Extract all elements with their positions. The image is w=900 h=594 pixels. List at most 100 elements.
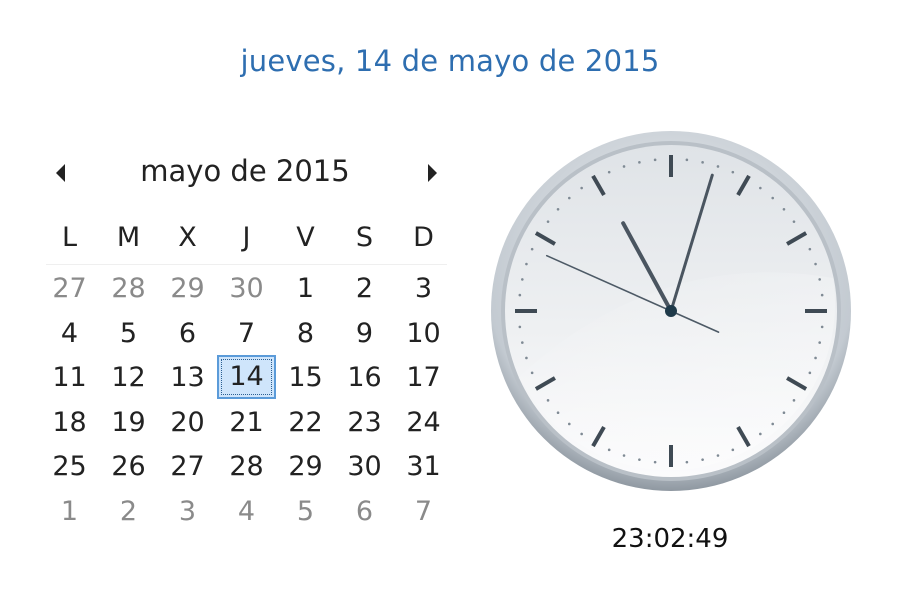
clock-center-pin xyxy=(665,305,677,317)
calendar-day-other-month[interactable]: 5 xyxy=(276,490,335,535)
calendar-day-other-month[interactable]: 4 xyxy=(217,490,276,535)
minute-tick xyxy=(820,293,824,297)
minute-tick xyxy=(716,165,720,168)
minute-tick xyxy=(759,432,762,436)
calendar-day-other-month[interactable]: 28 xyxy=(99,267,158,312)
minute-tick xyxy=(701,458,704,461)
calendar-day[interactable]: 18 xyxy=(40,401,99,446)
minute-tick xyxy=(792,399,796,402)
minute-tick xyxy=(518,325,522,329)
calendar-day[interactable]: 16 xyxy=(335,356,394,401)
calendar-day[interactable]: 19 xyxy=(99,401,158,446)
calendar-day[interactable]: 5 xyxy=(99,312,158,357)
calendar-day[interactable]: 24 xyxy=(394,401,453,446)
calendar-day[interactable]: 26 xyxy=(99,445,158,490)
minute-tick xyxy=(731,170,735,174)
calendar-day[interactable]: 7 xyxy=(217,312,276,357)
digital-time: 23:02:49 xyxy=(611,524,729,554)
minute-tick xyxy=(521,341,524,344)
minute-tick xyxy=(771,422,775,426)
calendar-day-other-month[interactable]: 27 xyxy=(40,267,99,312)
full-date-link[interactable]: jueves, 14 de mayo de 2015 xyxy=(0,44,900,78)
calendar-day[interactable]: 25 xyxy=(40,445,99,490)
calendar-day[interactable]: 21 xyxy=(217,401,276,446)
calendar-weeks: 27 28 29 30 1 2 3 4 5 6 7 8 9 10 11 12 13 14 15 16 17 18 19 20 2… xyxy=(40,267,453,534)
weekday-label: S xyxy=(355,222,374,253)
calendar-week-row: 25 26 27 28 29 30 31 xyxy=(40,445,453,490)
calendar-day[interactable]: 1 xyxy=(276,267,335,312)
weekday-label: J xyxy=(242,222,251,253)
minute-tick xyxy=(808,247,812,251)
calendar-day[interactable]: 11 xyxy=(40,356,99,401)
calendar-day[interactable]: 29 xyxy=(276,445,335,490)
calendar-day[interactable]: 8 xyxy=(276,312,335,357)
minute-tick xyxy=(814,356,817,360)
minute-tick xyxy=(546,399,550,402)
minute-tick xyxy=(771,196,775,200)
minute-tick xyxy=(782,207,786,211)
calendar-day-other-month[interactable]: 6 xyxy=(335,490,394,535)
minute-tick xyxy=(546,220,550,223)
calendar-day[interactable]: 15 xyxy=(276,356,335,401)
minute-tick xyxy=(638,458,641,461)
minute-tick xyxy=(580,432,583,436)
minute-tick xyxy=(653,460,657,464)
calendar-day[interactable]: 28 xyxy=(217,445,276,490)
calendar-week-row: 18 19 20 21 22 23 24 xyxy=(40,401,453,446)
calendar-day[interactable]: 31 xyxy=(394,445,453,490)
calendar-day[interactable]: 30 xyxy=(335,445,394,490)
calendar-day[interactable]: 12 xyxy=(99,356,158,401)
minute-tick xyxy=(567,422,571,426)
calendar-week-row: 11 12 13 14 15 16 17 xyxy=(40,355,453,401)
minute-tick xyxy=(556,411,560,415)
calendar-day-other-month[interactable]: 1 xyxy=(40,490,99,535)
minute-tick xyxy=(731,448,735,452)
minute-tick xyxy=(521,278,524,281)
calendar-day[interactable]: 23 xyxy=(335,401,394,446)
minute-tick xyxy=(622,454,626,457)
calendar-day[interactable]: 2 xyxy=(335,267,394,312)
minute-tick xyxy=(530,247,534,251)
calendar-day[interactable]: 13 xyxy=(158,356,217,401)
calendar-day[interactable]: 17 xyxy=(394,356,453,401)
calendar-week-row: 1234567 xyxy=(40,490,453,535)
minute-tick xyxy=(792,220,796,223)
calendar-week-row: 27 28 29 30 1 2 3 xyxy=(40,267,453,312)
calendar-day[interactable]: 9 xyxy=(335,312,394,357)
calendar-day[interactable]: 22 xyxy=(276,401,335,446)
month-title[interactable]: mayo de 2015 xyxy=(40,154,450,188)
minute-tick xyxy=(607,170,611,174)
calendar-day-other-month[interactable]: 29 xyxy=(158,267,217,312)
calendar-day-other-month[interactable]: 7 xyxy=(394,490,453,535)
minute-tick xyxy=(782,411,786,415)
calendar-day[interactable]: 10 xyxy=(394,312,453,357)
weekday-label: D xyxy=(413,222,434,253)
calendar-day-other-month[interactable]: 2 xyxy=(99,490,158,535)
calendar-day-other-month[interactable]: 3 xyxy=(158,490,217,535)
calendar-day[interactable]: 20 xyxy=(158,401,217,446)
weekday-label: L xyxy=(61,222,78,253)
calendar-day-other-month[interactable]: 30 xyxy=(217,267,276,312)
minute-tick xyxy=(716,454,720,457)
minute-tick xyxy=(653,158,657,162)
date-time-flyout: jueves, 14 de mayo de 2015 mayo de 2015 … xyxy=(0,0,900,594)
calendar-day[interactable]: 27 xyxy=(158,445,217,490)
minute-tick xyxy=(685,158,689,162)
minute-tick xyxy=(525,356,528,360)
minute-tick xyxy=(808,371,812,375)
triangle-right-icon[interactable] xyxy=(428,164,437,182)
calendar-day[interactable]: 6 xyxy=(158,312,217,357)
minute-tick xyxy=(701,161,704,164)
minute-tick xyxy=(518,293,522,297)
analog-clock xyxy=(491,131,851,491)
minute-tick xyxy=(818,278,821,281)
weekday-header-row: L M X J V S D xyxy=(40,216,453,264)
calendar-day-today[interactable]: 14 xyxy=(217,355,276,399)
minute-tick xyxy=(607,448,611,452)
calendar-grid: L M X J V S D 27 28 29 30 1 2 3 4 5 6 7 8 9 10 11 12 13 1… xyxy=(40,216,453,534)
minute-tick xyxy=(759,186,762,190)
minute-tick xyxy=(556,207,560,211)
calendar-day[interactable]: 4 xyxy=(40,312,99,357)
calendar-day[interactable]: 3 xyxy=(394,267,453,312)
weekday-divider xyxy=(46,264,447,265)
